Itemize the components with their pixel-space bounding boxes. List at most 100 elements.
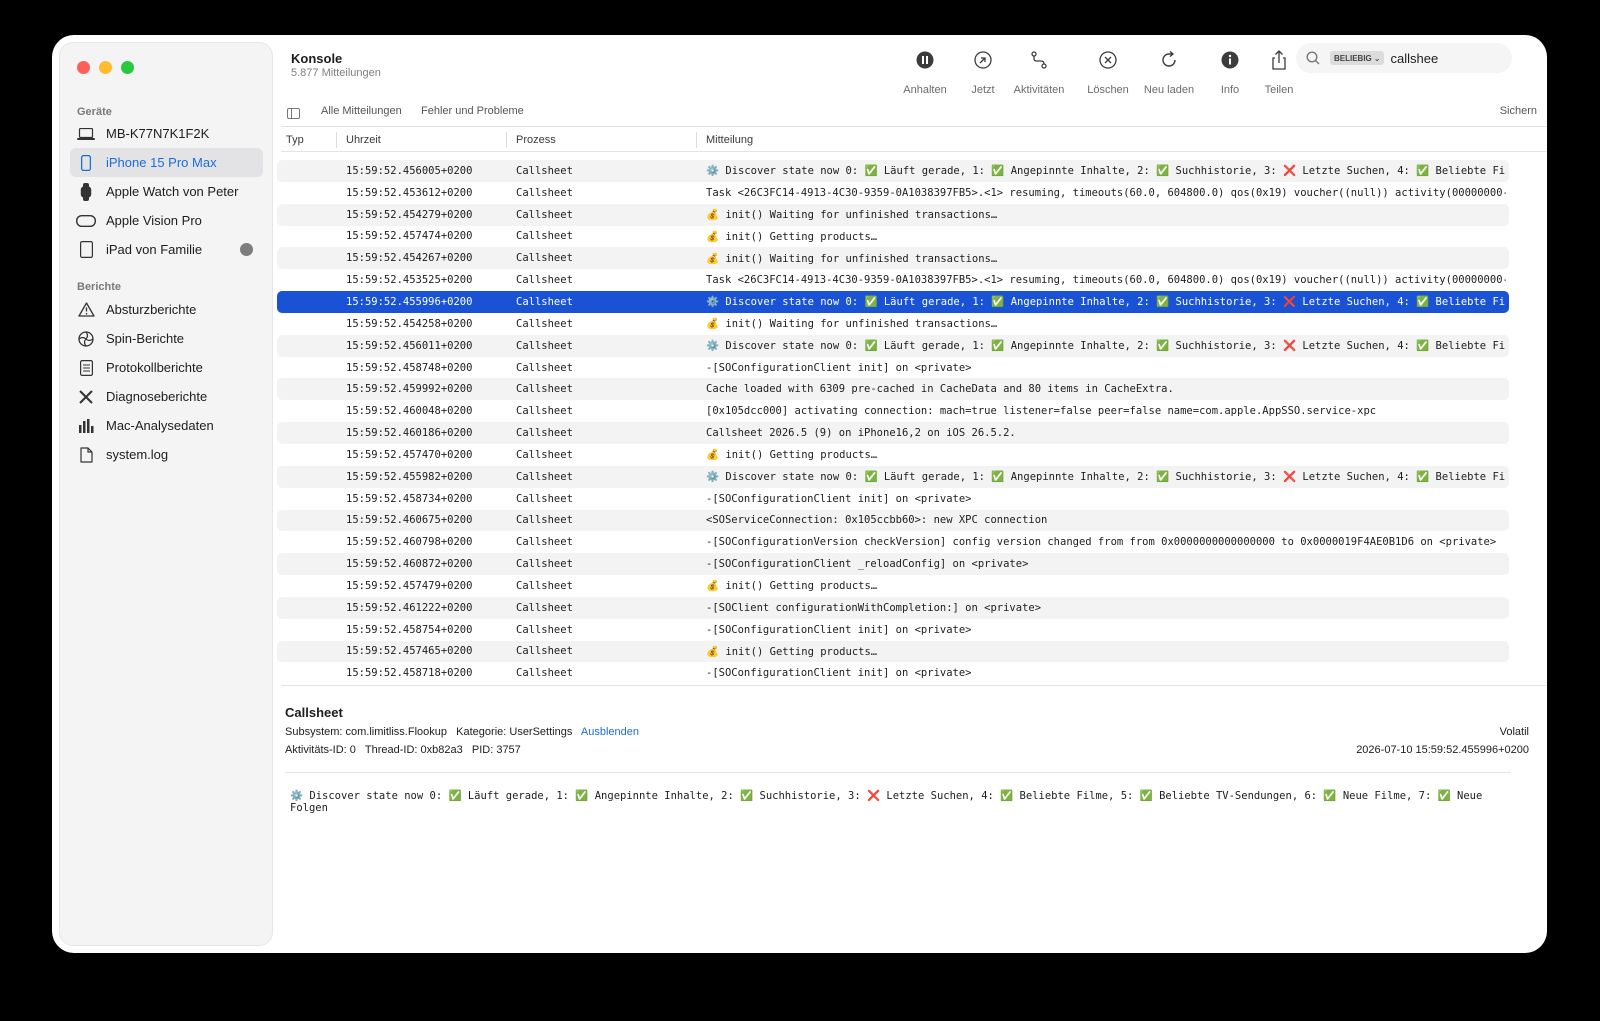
table-row[interactable]: 15:59:52.461222+0200 Callsheet -[SOClient … (277, 596, 1509, 619)
reload-button[interactable]: Neu laden (1134, 49, 1204, 96)
table-row[interactable]: 15:59:52.459992+0200 Callsheet Cache loade… (277, 378, 1509, 401)
table-row[interactable]: 15:59:52.453525+0200 Callsheet Task <26C3F… (277, 269, 1509, 291)
sidebar-item-ipad[interactable]: iPad von Familie (70, 235, 263, 264)
table-row[interactable]: 15:59:52.454267+0200 Callsheet 💰 init() Wa… (277, 247, 1509, 270)
row-message: 💰 init() Waiting for unfinished transact… (706, 252, 998, 265)
table-row[interactable]: 15:59:52.453612+0200 Callsheet Task <26C3F… (277, 182, 1509, 204)
sidebar-item-log-reports[interactable]: Protokollberichte (70, 353, 263, 382)
watch-icon (76, 182, 96, 201)
sidebar-item-spin-reports[interactable]: Spin-Berichte (70, 324, 263, 353)
table-row[interactable]: 15:59:52.460186+0200 Callsheet Callsheet 2… (277, 422, 1509, 444)
tools-icon (76, 388, 96, 406)
table-row[interactable]: 15:59:52.454279+0200 Callsheet 💰 init() Wa… (277, 203, 1509, 226)
row-time: 15:59:52.457470+0200 (346, 448, 473, 461)
sidebar-item-watch[interactable]: Apple Watch von Peter (70, 177, 263, 206)
document-icon (76, 359, 96, 377)
sidebar-item-label: Mac-Analysedaten (106, 418, 214, 433)
jump-now-icon (972, 49, 994, 71)
row-time: 15:59:52.456005+0200 (346, 164, 473, 177)
info-icon (1219, 49, 1241, 71)
table-row[interactable]: 15:59:52.457474+0200 Callsheet 💰 init() Ge… (277, 226, 1509, 248)
sidebar-item-label: iPhone 15 Pro Max (106, 155, 217, 170)
sidebar-item-diagnostic-reports[interactable]: Diagnoseberichte (70, 382, 263, 411)
search-input[interactable]: callshee (1390, 51, 1438, 66)
sidebar-item-iphone[interactable]: iPhone 15 Pro Max (70, 148, 263, 177)
table-row[interactable]: 15:59:52.456005+0200 Callsheet ⚙️ Discover… (277, 160, 1509, 182)
row-message: -[SOConfigurationVersion checkVersion] c… (706, 536, 1497, 549)
table-row[interactable]: 15:59:52.455996+0200 Callsheet ⚙️ Discover… (277, 291, 1509, 313)
sidebar-item-label: MB-K77N7K1F2K (106, 126, 210, 141)
column-message[interactable]: Mitteilung (706, 134, 753, 146)
clear-button[interactable]: Löschen (1073, 49, 1143, 96)
column-type[interactable]: Typ (286, 134, 304, 146)
zoom-window-button[interactable] (121, 61, 134, 74)
row-time: 15:59:52.454267+0200 (346, 252, 473, 265)
row-process: Callsheet (516, 274, 573, 287)
sidebar-item-system-log[interactable]: system.log (70, 440, 263, 469)
row-time: 15:59:52.456011+0200 (346, 339, 473, 352)
sidebar-item-label: Protokollberichte (106, 360, 203, 375)
column-process[interactable]: Prozess (516, 134, 556, 146)
table-row[interactable]: 15:59:52.456011+0200 Callsheet ⚙️ Discover… (277, 334, 1509, 357)
activities-icon (1028, 49, 1050, 71)
detail-divider (285, 772, 1511, 773)
sidebar-item-mac-analytics[interactable]: Mac-Analysedaten (70, 411, 263, 440)
row-message: Task <26C3FC14-4913-4C30-9359-0A1038397F… (706, 274, 1506, 287)
column-header: Typ Uhrzeit Prozess Mitteilung (281, 128, 1547, 152)
row-process: Callsheet (516, 164, 573, 177)
detail-message: ⚙️ Discover state now 0: ✅ Läuft gerade,… (290, 790, 1483, 814)
row-process: Callsheet (516, 361, 573, 374)
row-time: 15:59:52.460798+0200 (346, 536, 473, 549)
vision-pro-icon (76, 212, 96, 230)
table-row[interactable]: 15:59:52.454258+0200 Callsheet 💰 init() Wa… (277, 313, 1509, 335)
table-row[interactable]: 15:59:52.460798+0200 Callsheet -[SOConfigu… (277, 531, 1509, 553)
table-row[interactable]: 15:59:52.458734+0200 Callsheet -[SOConfigu… (277, 488, 1509, 510)
window-title: Konsole (291, 51, 343, 66)
warning-icon (76, 301, 96, 319)
table-row[interactable]: 15:59:52.458718+0200 Callsheet -[SOConfigu… (277, 662, 1509, 684)
row-message: 💰 init() Getting products… (706, 645, 878, 658)
detail-volatility: Volatil (1499, 726, 1529, 738)
table-row[interactable]: 15:59:52.455982+0200 Callsheet ⚙️ Discover… (277, 465, 1509, 488)
search-scope-token[interactable]: BELIEBIG ⌄ (1330, 51, 1385, 65)
table-row[interactable]: 15:59:52.458748+0200 Callsheet -[SOConfigu… (277, 357, 1509, 379)
activities-button[interactable]: Aktivitäten (1004, 49, 1074, 96)
row-message: <SOServiceConnection: 0x105ccbb60>: new … (706, 514, 1048, 527)
filter-bar: Alle Mitteilungen Fehler und Probleme Si… (281, 97, 1547, 127)
row-message: 💰 init() Getting products… (706, 230, 878, 243)
table-row[interactable]: 15:59:52.460675+0200 Callsheet <SOServiceC… (277, 509, 1509, 532)
row-process: Callsheet (516, 252, 573, 265)
hide-link[interactable]: Ausblenden (581, 726, 639, 738)
table-row[interactable]: 15:59:52.457479+0200 Callsheet 💰 init() Ge… (277, 575, 1509, 597)
column-time[interactable]: Uhrzeit (346, 134, 381, 146)
row-process: Callsheet (516, 208, 573, 221)
table-row[interactable]: 15:59:52.457465+0200 Callsheet 💰 init() Ge… (277, 640, 1509, 663)
table-row[interactable]: 15:59:52.460048+0200 Callsheet [0x105dcc00… (277, 400, 1509, 422)
filter-errors[interactable]: Fehler und Probleme (421, 105, 524, 117)
table-row[interactable]: 15:59:52.457470+0200 Callsheet 💰 init() Ge… (277, 444, 1509, 466)
sidebar-item-vision-pro[interactable]: Apple Vision Pro (70, 206, 263, 235)
sidebar-item-crash-reports[interactable]: Absturzberichte (70, 295, 263, 324)
search-icon (1306, 51, 1320, 65)
sidebar-toggle-icon[interactable] (287, 106, 300, 124)
row-process: Callsheet (516, 230, 573, 243)
minimize-window-button[interactable] (99, 61, 112, 74)
file-icon (76, 446, 96, 464)
sidebar-item-macbook[interactable]: MB-K77N7K1F2K (70, 119, 263, 148)
close-window-button[interactable] (77, 61, 90, 74)
filter-all-messages[interactable]: Alle Mitteilungen (321, 105, 402, 117)
message-count: 5.877 Mitteilungen (291, 67, 381, 79)
row-process: Callsheet (516, 339, 573, 352)
row-message: ⚙️ Discover state now 0: ✅ Läuft gerade,… (706, 165, 1506, 178)
row-time: 15:59:52.459992+0200 (346, 383, 473, 396)
row-message: Callsheet 2026.5 (9) on iPhone16,2 on iO… (706, 427, 1016, 440)
sync-status-icon (240, 243, 253, 256)
row-message: [0x105dcc000] activating connection: mac… (706, 405, 1377, 418)
search-field[interactable]: BELIEBIG ⌄ callshee (1296, 43, 1512, 73)
row-process: Callsheet (516, 536, 573, 549)
sidebar-item-label: Spin-Berichte (106, 331, 185, 346)
table-row[interactable]: 15:59:52.458754+0200 Callsheet -[SOConfigu… (277, 619, 1509, 641)
table-row[interactable]: 15:59:52.460872+0200 Callsheet -[SOConfigu… (277, 553, 1509, 576)
row-time: 15:59:52.458718+0200 (346, 667, 473, 680)
save-button[interactable]: Sichern (1500, 105, 1537, 117)
